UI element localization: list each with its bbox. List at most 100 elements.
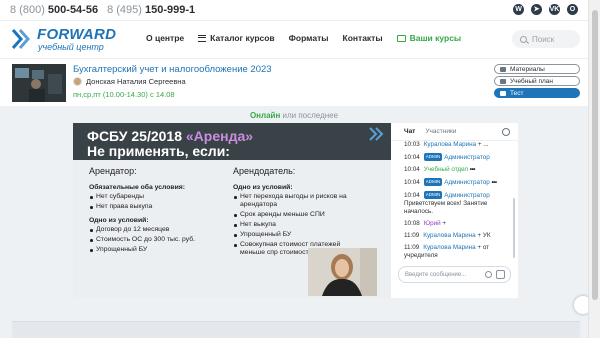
thumbnail-image xyxy=(12,64,66,102)
search-input[interactable]: Поиск xyxy=(512,30,580,48)
page: 8 (800) 500-54-56 8 (495) 150-999-1 W ➤ … xyxy=(0,0,600,338)
list-item: Нет выкупа xyxy=(233,221,355,229)
nav-label: Ваши курсы xyxy=(409,33,462,43)
input-placeholder: Введите сообщение... xyxy=(405,271,467,278)
video-player[interactable]: ФСБУ 25/2018 «Аренда» Не применять, если… xyxy=(73,123,391,298)
course-info: Бухгалтерский учет и налогообложение 202… xyxy=(0,58,588,106)
nav-contacts[interactable]: Контакты xyxy=(343,33,383,43)
list-item: Нет субаренды xyxy=(89,193,229,201)
recorded-label[interactable]: или последнее xyxy=(283,111,339,120)
presenter-camera xyxy=(308,248,377,296)
logo[interactable]: FORWARD учебный центр xyxy=(11,26,141,54)
online-label[interactable]: Онлайн xyxy=(250,111,280,120)
logo-brand: FORWARD xyxy=(37,26,117,43)
site-header: FORWARD учебный центр О центре Каталог к… xyxy=(0,20,588,58)
online-status: Онлайн или последнее xyxy=(0,111,588,120)
message-text: + xyxy=(442,220,447,227)
chat-message: 10:04 ADMIN Администратор ••• xyxy=(404,178,509,187)
course-title[interactable]: Бухгалтерский учет и налогообложение 202… xyxy=(73,64,272,75)
tab-chat[interactable]: Чат xyxy=(404,128,415,135)
nav-catalog[interactable]: Каталог курсов xyxy=(198,33,275,43)
message-time: 10:04 xyxy=(404,192,420,199)
list-item: Упрощенный БУ xyxy=(233,231,355,239)
message-text: + УК xyxy=(477,232,491,239)
list-item: Упрощенный БУ xyxy=(89,246,229,254)
social-links: W ➤ VK O xyxy=(513,4,578,15)
list-item: Нет перехода выгоды и рисков на арендато… xyxy=(233,193,355,209)
nav-label: Контакты xyxy=(342,33,383,43)
message-time: 11:09 xyxy=(404,244,420,251)
chat-panel: Чат Участники 10:03 Куралова Марина + ...… xyxy=(391,123,518,298)
chat-message: 10:08 Юрий + xyxy=(404,220,509,228)
chat-message-input[interactable]: Введите сообщение... xyxy=(398,266,511,283)
study-plan-button[interactable]: Учебный план xyxy=(494,76,580,86)
chat-message: 10:04 ADMIN Администратор xyxy=(404,153,509,162)
message-text: ••• xyxy=(469,166,476,173)
odnoklassniki-icon[interactable]: O xyxy=(567,4,578,15)
list-icon xyxy=(500,78,506,84)
course-actions: Материалы Учебный план Тест xyxy=(494,64,580,100)
phone-2[interactable]: 8 (495) 150-999-1 xyxy=(107,4,195,16)
message-text: ••• xyxy=(491,179,497,186)
telegram-icon[interactable]: ➤ xyxy=(531,4,542,15)
message-time: 10:04 xyxy=(404,166,420,173)
course-thumbnail[interactable] xyxy=(12,64,66,102)
teacher-name: Донская Наталия Сергеевна xyxy=(86,77,186,86)
slide-subtitle: Не применять, если: xyxy=(87,143,230,159)
slide-left-column: Арендатор: Обязательные оба условия: Нет… xyxy=(89,166,229,256)
column-subheading: Одно из условий: xyxy=(89,217,149,224)
chat-message: 11:09 Куралова Марина + от учредителя xyxy=(404,244,509,260)
message-time: 10:08 xyxy=(404,220,420,227)
list-item: Договор до 12 месяцев xyxy=(89,226,229,234)
column-heading: Арендатор: xyxy=(89,166,137,176)
list-item: Срок аренды меньше СПИ xyxy=(233,211,355,219)
button-label: Материалы xyxy=(510,65,545,73)
folder-icon xyxy=(500,66,506,72)
phone-code: 8 (495) xyxy=(107,4,142,16)
nav-formats[interactable]: Форматы xyxy=(289,33,329,43)
whatsapp-icon[interactable]: W xyxy=(513,4,524,15)
phone-code: 8 (800) xyxy=(10,4,45,16)
slide-title-accent: «Аренда» xyxy=(185,128,254,144)
test-button[interactable]: Тест xyxy=(494,88,580,98)
column-subheading: Обязательные оба условия: xyxy=(89,184,185,191)
message-author: Куралова Марина xyxy=(423,244,476,251)
materials-button[interactable]: Материалы xyxy=(494,64,580,74)
teacher-avatar xyxy=(73,77,82,86)
message-author: Учебный отдел xyxy=(423,166,469,173)
chat-messages: 10:03 Куралова Марина + ... 10:04 ADMIN Адм… xyxy=(404,141,509,264)
message-time: 10:04 xyxy=(404,154,420,161)
nav-your-courses[interactable]: Ваши курсы xyxy=(396,33,462,43)
nav-about[interactable]: О центре xyxy=(146,33,184,43)
column-heading: Арендодатель: xyxy=(233,166,296,176)
chat-tabs: Чат Участники xyxy=(391,123,518,141)
menu-icon xyxy=(198,34,207,42)
search-placeholder: Поиск xyxy=(532,34,555,44)
course-schedule: пн,ср,пт (10.00-14.30) с 14.08 xyxy=(73,90,175,99)
slide-chevron-icon xyxy=(369,127,384,141)
list-item: Стоимость ОС до 300 тыс. руб. xyxy=(89,236,229,244)
admin-badge: ADMIN xyxy=(423,191,443,199)
admin-badge: ADMIN xyxy=(423,178,443,186)
chat-message: 10:04 ADMIN Администратор Приветствуем всех… xyxy=(404,191,509,216)
logo-subtitle: учебный центр xyxy=(38,42,104,52)
vk-icon[interactable]: VK xyxy=(549,4,560,15)
top-contact-bar: 8 (800) 500-54-56 8 (495) 150-999-1 W ➤ … xyxy=(0,0,588,20)
chat-scrollbar[interactable] xyxy=(513,198,515,258)
gear-icon[interactable] xyxy=(502,128,510,136)
message-author: Куралова Марина xyxy=(423,141,477,148)
page-scrollbar[interactable] xyxy=(588,0,600,338)
message-time: 10:04 xyxy=(404,179,420,186)
teacher: Донская Наталия Сергеевна xyxy=(73,77,186,86)
bottom-panel xyxy=(12,321,580,338)
button-label: Тест xyxy=(510,89,524,97)
send-icon[interactable] xyxy=(496,270,505,279)
slide-header: ФСБУ 25/2018 «Аренда» Не применять, если… xyxy=(73,123,391,160)
tab-participants[interactable]: Участники xyxy=(425,128,456,135)
slide-right-column: Арендодатель: Одно из условий: Нет перех… xyxy=(233,166,355,259)
phone-1[interactable]: 8 (800) 500-54-56 xyxy=(10,4,98,16)
emoji-icon[interactable] xyxy=(485,271,492,278)
slide-title: ФСБУ 25/2018 «Аренда» Не применять, если… xyxy=(87,129,253,159)
scrollbar-thumb[interactable] xyxy=(592,10,598,300)
column-subheading: Одно из условий: xyxy=(233,184,293,191)
